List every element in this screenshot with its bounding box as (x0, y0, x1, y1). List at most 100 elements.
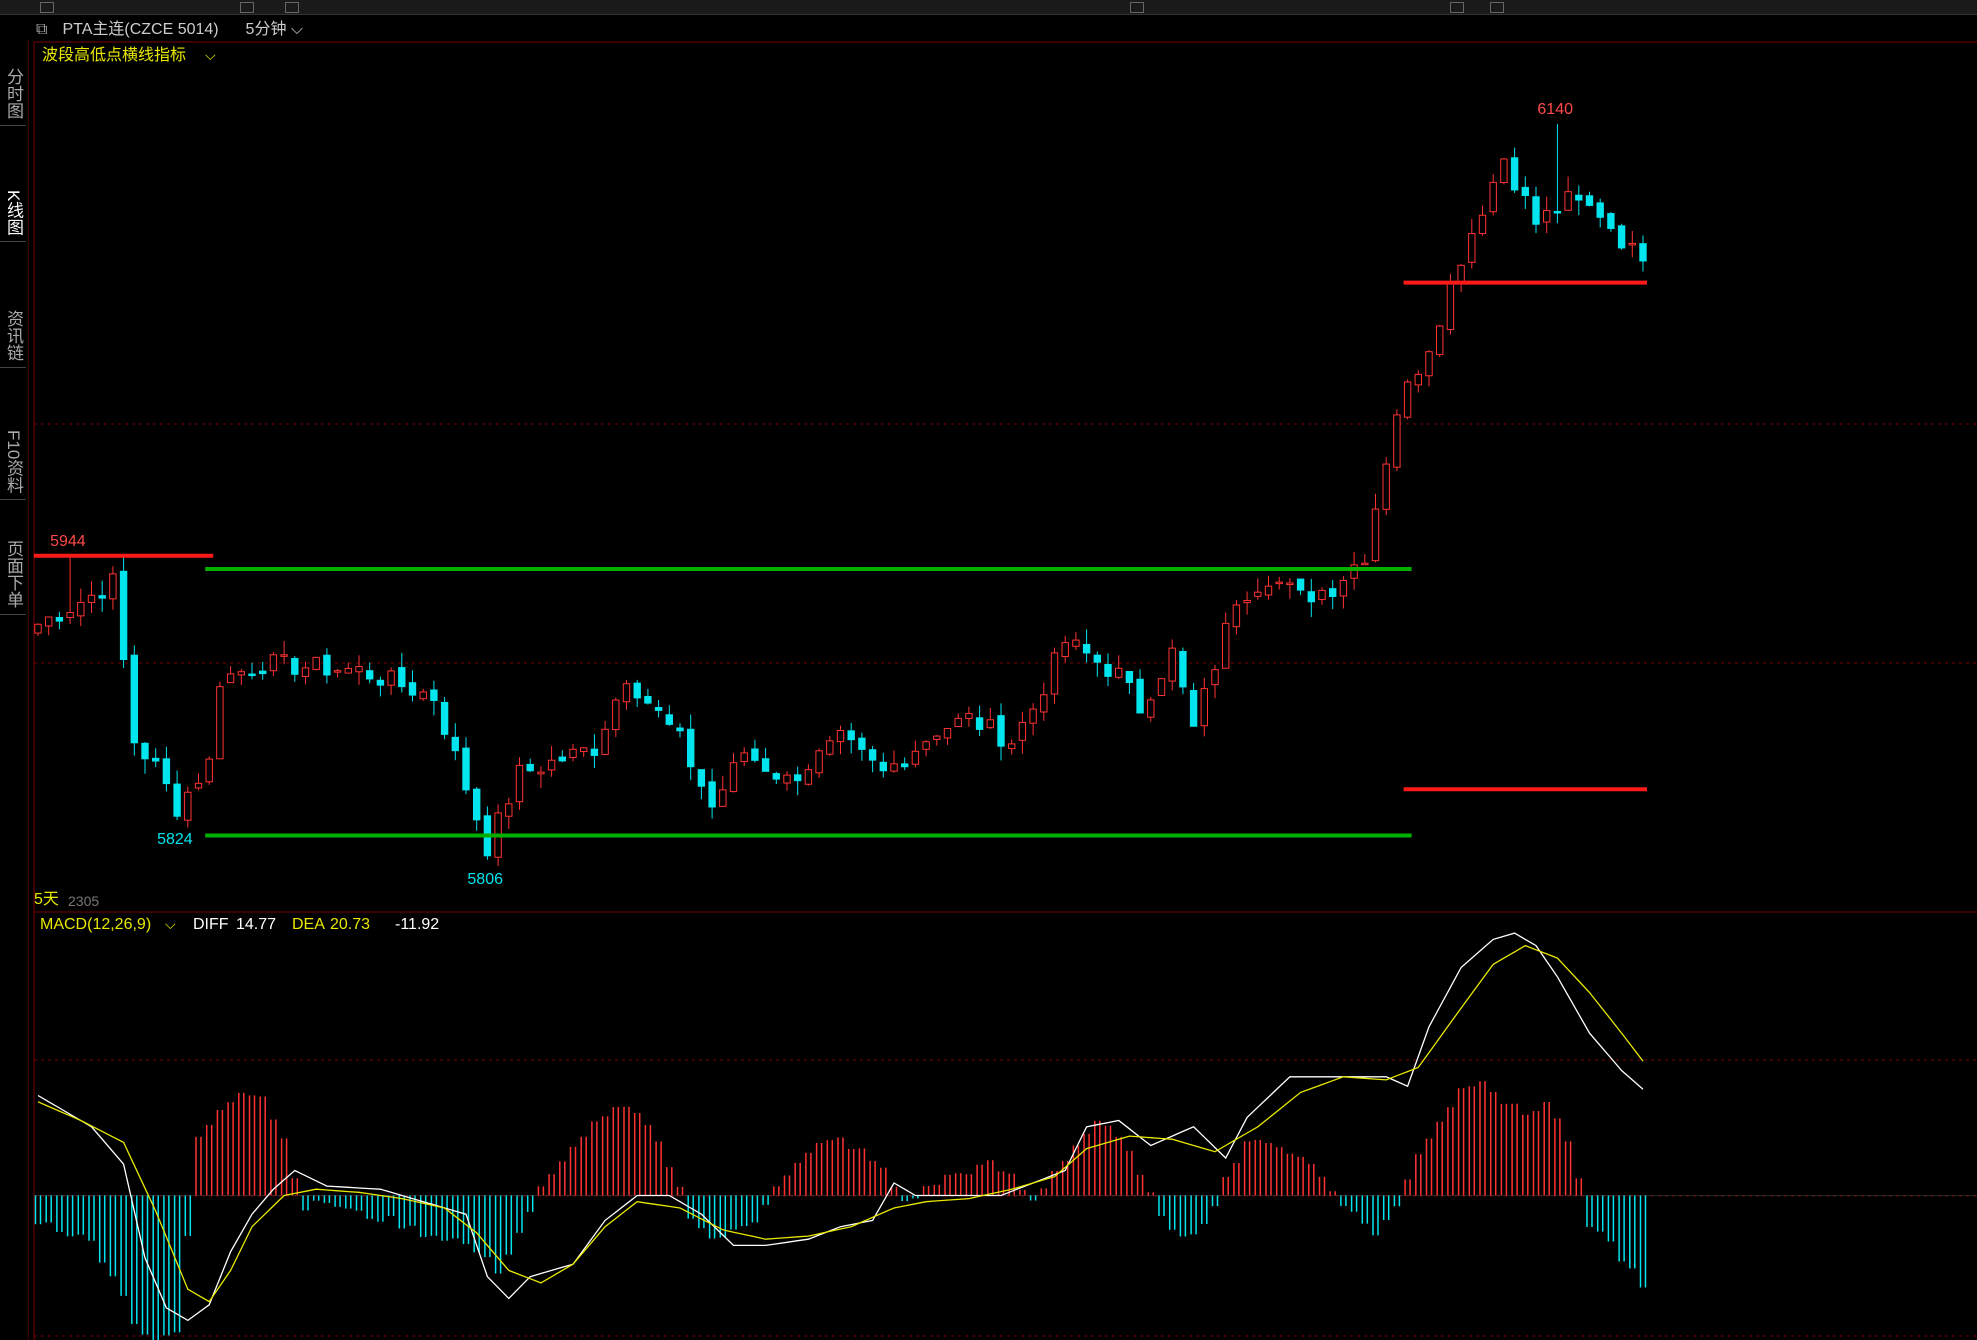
candle-up (77, 601, 85, 617)
candle-up (1543, 210, 1551, 223)
chevron-down-icon[interactable]: ⌵ (165, 916, 176, 932)
candle-up (954, 717, 962, 727)
candle-up (1050, 652, 1059, 695)
candle-down (526, 763, 534, 772)
candle-down (901, 763, 909, 768)
candle-up (34, 623, 42, 634)
candle-down (644, 695, 652, 704)
candle-up (515, 764, 524, 803)
candle-up (87, 594, 96, 603)
candle-up (1232, 604, 1241, 628)
candle-down (152, 757, 160, 762)
low-price-label: 5806 (467, 871, 503, 888)
candle-down (1553, 210, 1562, 214)
candle-up (1628, 242, 1636, 246)
chevron-down-icon[interactable]: ⌵ (205, 47, 216, 63)
candle-down (130, 654, 139, 744)
candle-down (1585, 195, 1594, 206)
candle-down (772, 773, 780, 780)
candle-up (1489, 181, 1497, 213)
candle-up (1008, 743, 1016, 750)
candle-down (366, 670, 374, 680)
candle-up (836, 729, 845, 743)
candle-up (1436, 325, 1444, 356)
candle-down (1307, 591, 1315, 603)
candle-down (119, 570, 128, 661)
candle-down (654, 706, 663, 711)
candle-down (975, 717, 984, 730)
candle-down (558, 756, 566, 762)
candle-down (430, 689, 438, 701)
candle-up (537, 771, 545, 775)
candle-down (761, 758, 770, 772)
candle-up (740, 752, 748, 763)
candle-up (1029, 708, 1037, 724)
dea-line (37, 944, 1644, 1303)
candle-up (1564, 191, 1572, 211)
candle-down (1639, 243, 1647, 262)
candle-down (1179, 650, 1187, 688)
candle-up (1072, 639, 1080, 647)
candle-up (1147, 699, 1155, 718)
candle-down (1532, 196, 1540, 225)
candle-up (1211, 669, 1219, 686)
candle-up (1018, 721, 1027, 741)
candle-down (1296, 578, 1305, 591)
candle-up (109, 573, 117, 600)
candle-up (1061, 642, 1069, 658)
candle-up (1275, 581, 1283, 585)
candle-up (1500, 158, 1508, 184)
candle-up (783, 774, 791, 784)
candle-up (1393, 414, 1401, 468)
candle-down (1125, 670, 1134, 684)
candle-down (408, 682, 417, 696)
high-price-label: 5944 (50, 533, 86, 550)
candle-down (1189, 689, 1198, 727)
indicator-label[interactable]: 波段高低点横线指标 (42, 46, 186, 64)
candle-up (622, 683, 631, 703)
high-price-label: 6140 (1537, 101, 1573, 118)
macd-title[interactable]: MACD(12,26,9) (40, 916, 151, 933)
candle-up (194, 782, 203, 789)
candle-up (1168, 647, 1176, 682)
candle-down (248, 673, 256, 677)
five-day-marker: 5天 (34, 891, 59, 908)
candle-down (1596, 202, 1604, 218)
candle-down (1617, 225, 1626, 249)
candle-down (847, 730, 855, 741)
candle-up (943, 727, 952, 739)
contract-label: 2305 (68, 893, 99, 909)
candle-down (687, 728, 695, 768)
candle-up (580, 747, 588, 753)
candle-up (547, 759, 556, 771)
candle-down (708, 781, 716, 808)
candle-down (98, 595, 106, 599)
candle-down (451, 736, 460, 752)
candle-down (1521, 186, 1529, 197)
candle-up (45, 616, 53, 627)
candle-up (1040, 694, 1048, 713)
candle-up (1318, 589, 1326, 600)
candle-up (1115, 667, 1123, 678)
candle-up (569, 748, 577, 758)
candle-up (719, 789, 727, 807)
candle-up (986, 719, 994, 729)
candle-down (473, 788, 481, 821)
candle-down (259, 670, 267, 675)
candles-group (34, 124, 1647, 866)
candle-up (205, 758, 213, 783)
candle-up (922, 741, 930, 750)
candle-down (440, 701, 449, 735)
diff-label: DIFF (193, 916, 229, 933)
candle-up (1254, 591, 1262, 597)
macd-lines-group (37, 932, 1644, 1322)
candle-up (1350, 564, 1358, 579)
candle-down (323, 654, 331, 676)
candle-up (601, 728, 609, 755)
candle-up (804, 769, 813, 785)
candle-up (911, 750, 920, 765)
low-price-label: 5824 (157, 831, 193, 848)
candle-down (633, 682, 641, 699)
candle-down (291, 657, 299, 675)
diff-value: 14.77 (236, 916, 276, 933)
